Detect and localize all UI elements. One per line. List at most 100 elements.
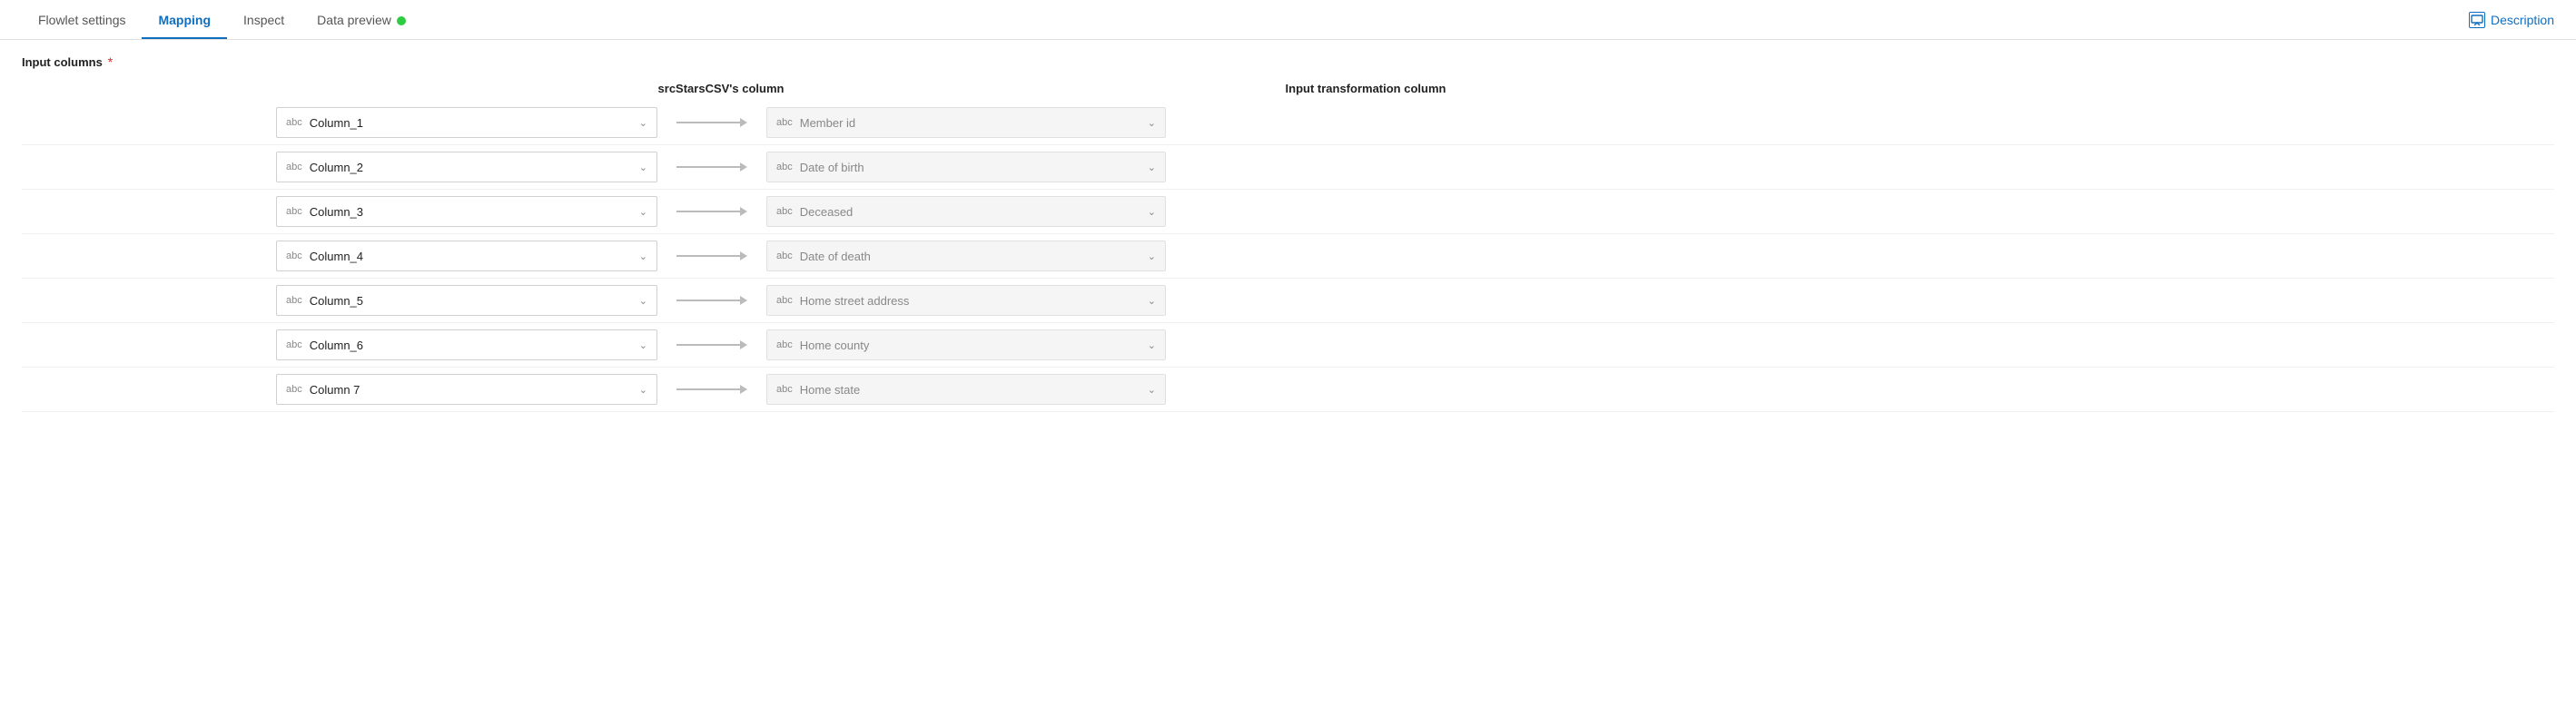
src-type-badge: abc (286, 295, 302, 306)
arrow-body (676, 344, 740, 346)
mapping-arrow (657, 207, 766, 216)
transform-column-dropdown: abc Home county ⌄ (766, 329, 1166, 360)
tab-data-preview[interactable]: Data preview (301, 2, 422, 38)
arrow-line (676, 340, 747, 349)
transform-type-badge: abc (776, 206, 793, 217)
arrow-head (740, 385, 747, 394)
arrow-line (676, 385, 747, 394)
transform-column-value: Date of birth (800, 161, 1142, 174)
transform-column-dropdown: abc Member id ⌄ (766, 107, 1166, 138)
transform-chevron-icon: ⌄ (1148, 295, 1156, 307)
transform-chevron-icon: ⌄ (1148, 162, 1156, 173)
transform-type-badge: abc (776, 339, 793, 350)
transform-type-badge: abc (776, 162, 793, 172)
mapping-row: abc Column_2 ⌄ abc Date of birth ⌄ (22, 145, 2554, 190)
transform-chevron-icon: ⌄ (1148, 206, 1156, 218)
src-chevron-icon: ⌄ (639, 250, 647, 262)
mapping-row: abc Column_3 ⌄ abc Deceased ⌄ (22, 190, 2554, 234)
arrow-line (676, 251, 747, 260)
mapping-row: abc Column_1 ⌄ abc Member id ⌄ (22, 101, 2554, 145)
src-column-dropdown[interactable]: abc Column_6 ⌄ (276, 329, 657, 360)
arrow-body (676, 300, 740, 301)
src-column-value: Column_5 (310, 294, 634, 308)
src-column-dropdown[interactable]: abc Column 7 ⌄ (276, 374, 657, 405)
transform-column-value: Date of death (800, 250, 1142, 263)
arrow-head (740, 207, 747, 216)
arrow-line (676, 162, 747, 172)
transform-column-value: Home state (800, 383, 1142, 397)
src-type-badge: abc (286, 250, 302, 261)
src-chevron-icon: ⌄ (639, 117, 647, 129)
description-button[interactable]: Description (2469, 12, 2554, 28)
transform-chevron-icon: ⌄ (1148, 339, 1156, 351)
src-chevron-icon: ⌄ (639, 384, 647, 396)
src-type-badge: abc (286, 384, 302, 395)
data-preview-status-dot (397, 16, 406, 25)
required-star: * (104, 54, 113, 69)
input-columns-section-label: Input columns * (22, 54, 2554, 69)
mapping-arrow (657, 340, 766, 349)
tab-inspect[interactable]: Inspect (227, 2, 301, 38)
src-column-value: Column_6 (310, 339, 634, 352)
top-navigation: Flowlet settingsMappingInspectData previ… (0, 0, 2576, 40)
transform-column-dropdown: abc Deceased ⌄ (766, 196, 1166, 227)
arrow-head (740, 340, 747, 349)
arrow-body (676, 122, 740, 123)
transform-column-value: Home county (800, 339, 1142, 352)
src-type-badge: abc (286, 339, 302, 350)
transform-column-dropdown: abc Date of death ⌄ (766, 241, 1166, 271)
transform-type-badge: abc (776, 250, 793, 261)
src-column-dropdown[interactable]: abc Column_1 ⌄ (276, 107, 657, 138)
transform-column-dropdown: abc Date of birth ⌄ (766, 152, 1166, 182)
input-columns-label: Input columns (22, 55, 103, 69)
src-type-badge: abc (286, 206, 302, 217)
arrow-line (676, 118, 747, 127)
transform-type-badge: abc (776, 117, 793, 128)
arrow-head (740, 251, 747, 260)
src-column-header: srcStarsCSV's column (530, 82, 912, 95)
mapping-arrow (657, 118, 766, 127)
arrow-line (676, 207, 747, 216)
tab-mapping[interactable]: Mapping (142, 2, 227, 38)
tab-flowlet-settings[interactable]: Flowlet settings (22, 2, 142, 38)
src-chevron-icon: ⌄ (639, 339, 647, 351)
transform-column-value: Deceased (800, 205, 1142, 219)
mapping-row: abc Column_4 ⌄ abc Date of death ⌄ (22, 234, 2554, 279)
src-type-badge: abc (286, 117, 302, 128)
mapping-arrow (657, 162, 766, 172)
arrow-body (676, 388, 740, 390)
src-column-dropdown[interactable]: abc Column_3 ⌄ (276, 196, 657, 227)
src-type-badge: abc (286, 162, 302, 172)
mapping-column-headers: srcStarsCSV's column Input transformatio… (22, 82, 2554, 95)
mapping-rows-container: abc Column_1 ⌄ abc Member id ⌄ abc Colum… (22, 101, 2554, 412)
src-column-dropdown[interactable]: abc Column_4 ⌄ (276, 241, 657, 271)
arrow-line (676, 296, 747, 305)
transform-type-badge: abc (776, 384, 793, 395)
content-area: Input columns * srcStarsCSV's column Inp… (0, 40, 2576, 427)
arrow-body (676, 255, 740, 257)
transform-column-value: Home street address (800, 294, 1142, 308)
transform-column-dropdown: abc Home state ⌄ (766, 374, 1166, 405)
mapping-row: abc Column 7 ⌄ abc Home state ⌄ (22, 368, 2554, 412)
transform-chevron-icon: ⌄ (1148, 250, 1156, 262)
description-label: Description (2491, 13, 2554, 27)
mapping-row: abc Column_5 ⌄ abc Home street address ⌄ (22, 279, 2554, 323)
src-chevron-icon: ⌄ (639, 162, 647, 173)
src-chevron-icon: ⌄ (639, 206, 647, 218)
arrow-head (740, 118, 747, 127)
mapping-arrow (657, 296, 766, 305)
mapping-arrow (657, 385, 766, 394)
arrow-body (676, 211, 740, 212)
transform-column-header: Input transformation column (1166, 82, 1565, 95)
src-column-dropdown[interactable]: abc Column_5 ⌄ (276, 285, 657, 316)
src-column-value: Column 7 (310, 383, 634, 397)
mapping-arrow (657, 251, 766, 260)
src-column-dropdown[interactable]: abc Column_2 ⌄ (276, 152, 657, 182)
arrow-head (740, 296, 747, 305)
transform-column-dropdown: abc Home street address ⌄ (766, 285, 1166, 316)
transform-chevron-icon: ⌄ (1148, 384, 1156, 396)
arrow-head (740, 162, 747, 172)
src-column-value: Column_4 (310, 250, 634, 263)
src-column-value: Column_1 (310, 116, 634, 130)
src-column-value: Column_3 (310, 205, 634, 219)
